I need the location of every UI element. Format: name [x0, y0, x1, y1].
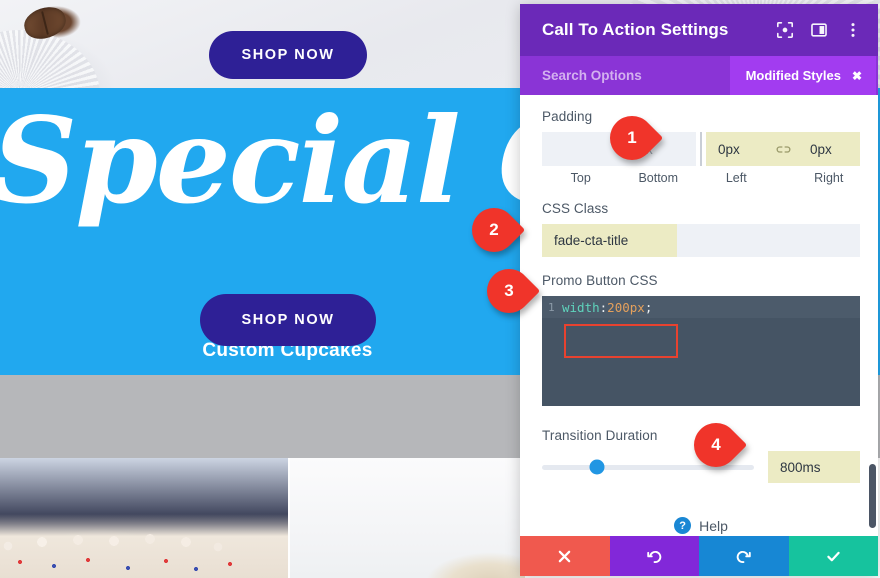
cancel-button[interactable]: [520, 536, 610, 576]
callout-marker-4: 4: [684, 413, 756, 477]
callout-number: 2: [489, 220, 499, 239]
callout-number: 1: [627, 128, 637, 147]
callout-marker-1: 1: [600, 106, 672, 170]
panel-footer: [520, 536, 878, 576]
padding-field-group: Padding 0px 0px 0px: [542, 109, 860, 185]
css-class-field-group: CSS Class fade-cta-title: [542, 201, 860, 257]
callout-number: 4: [711, 435, 721, 454]
padding-right-label: Right: [814, 171, 844, 185]
close-icon[interactable]: ✖: [852, 70, 862, 82]
padding-bottom-label: Bottom: [638, 171, 679, 185]
padding-label: Padding: [542, 109, 593, 124]
help-link[interactable]: ? Help: [542, 517, 860, 534]
screenshot-root: SHOP NOW Special Offe Custom Cupcakes SH…: [0, 0, 880, 578]
panel-title: Call To Action Settings: [542, 20, 729, 39]
callout-marker-2: 2: [462, 198, 534, 262]
promo-button-css-label: Promo Button CSS: [542, 273, 658, 288]
code-property-token: width: [562, 299, 600, 315]
panel-header-icons: [776, 21, 862, 39]
hero-shop-now-button-main[interactable]: SHOP NOW: [200, 294, 376, 346]
padding-top-input[interactable]: [542, 132, 619, 166]
panel-body: Padding 0px 0px 0px: [520, 95, 878, 536]
panel-scrollbar[interactable]: [869, 464, 876, 528]
css-class-input[interactable]: fade-cta-title: [542, 224, 860, 257]
panel-search-bar: Modified Styles ✖: [520, 56, 878, 95]
call-to-action-settings-panel: Call To Action Settings Search Options M…: [520, 4, 878, 576]
padding-lr-labels: Left Right: [705, 171, 860, 185]
padding-inputs-row: 0px 0px 0px: [542, 132, 860, 166]
more-options-icon[interactable]: [844, 21, 862, 39]
padding-left-right-group: 0px 0px: [700, 132, 860, 166]
code-colon-token: :: [599, 299, 608, 315]
sprinkles-texture-icon: [0, 514, 288, 578]
padding-label-spacer: [768, 171, 798, 185]
callout-marker-3: 3: [477, 259, 549, 323]
modified-styles-label: Modified Styles: [745, 68, 841, 83]
padding-tb-labels: Top Bottom: [542, 171, 697, 185]
save-button[interactable]: [788, 536, 878, 576]
code-semicolon-token: ;: [644, 299, 653, 315]
padding-right-input[interactable]: 0px: [798, 132, 860, 166]
padding-labels-row: Top Bottom Left Right: [542, 171, 860, 185]
padding-left-input[interactable]: 0px: [706, 132, 768, 166]
redo-icon: [736, 550, 751, 563]
transition-duration-input[interactable]: 800ms: [768, 451, 860, 483]
padding-top-label: Top: [570, 171, 591, 185]
plate-texture-left-icon: [0, 30, 100, 88]
code-gutter-number: 1: [548, 300, 555, 314]
chain-link-icon: [776, 145, 790, 153]
slider-handle[interactable]: [589, 459, 605, 475]
help-label: Help: [699, 517, 728, 534]
focus-icon[interactable]: [776, 21, 794, 39]
dessert-photo-right: [290, 458, 525, 578]
callout-number: 3: [504, 281, 514, 300]
padding-left-label: Left: [725, 171, 747, 185]
hero-shop-now-button-top[interactable]: SHOP NOW: [209, 31, 367, 79]
close-x-icon: [558, 550, 571, 562]
link-values-icon[interactable]: [768, 132, 798, 166]
css-class-value: fade-cta-title: [542, 224, 677, 257]
code-value-token: 200px: [607, 299, 645, 315]
redo-button[interactable]: [699, 536, 789, 576]
code-line-1[interactable]: 1 width : 200px ;: [542, 296, 860, 318]
code-highlight-box: [564, 324, 678, 358]
undo-button[interactable]: [609, 536, 699, 576]
promo-button-css-field-group: Promo Button CSS 1 width : 200px ;: [542, 273, 860, 406]
cupcake-sprinkles-photo: [0, 458, 288, 578]
help-icon: ?: [674, 517, 692, 534]
modified-styles-badge[interactable]: Modified Styles ✖: [729, 56, 876, 95]
css-class-label: CSS Class: [542, 201, 609, 216]
panel-header: Call To Action Settings: [520, 4, 878, 56]
undo-icon: [647, 550, 662, 563]
search-options-input[interactable]: [542, 68, 730, 83]
checkmark-icon: [827, 551, 840, 561]
layout-toggle-icon[interactable]: [810, 21, 828, 39]
promo-button-css-editor[interactable]: 1 width : 200px ;: [542, 296, 860, 406]
